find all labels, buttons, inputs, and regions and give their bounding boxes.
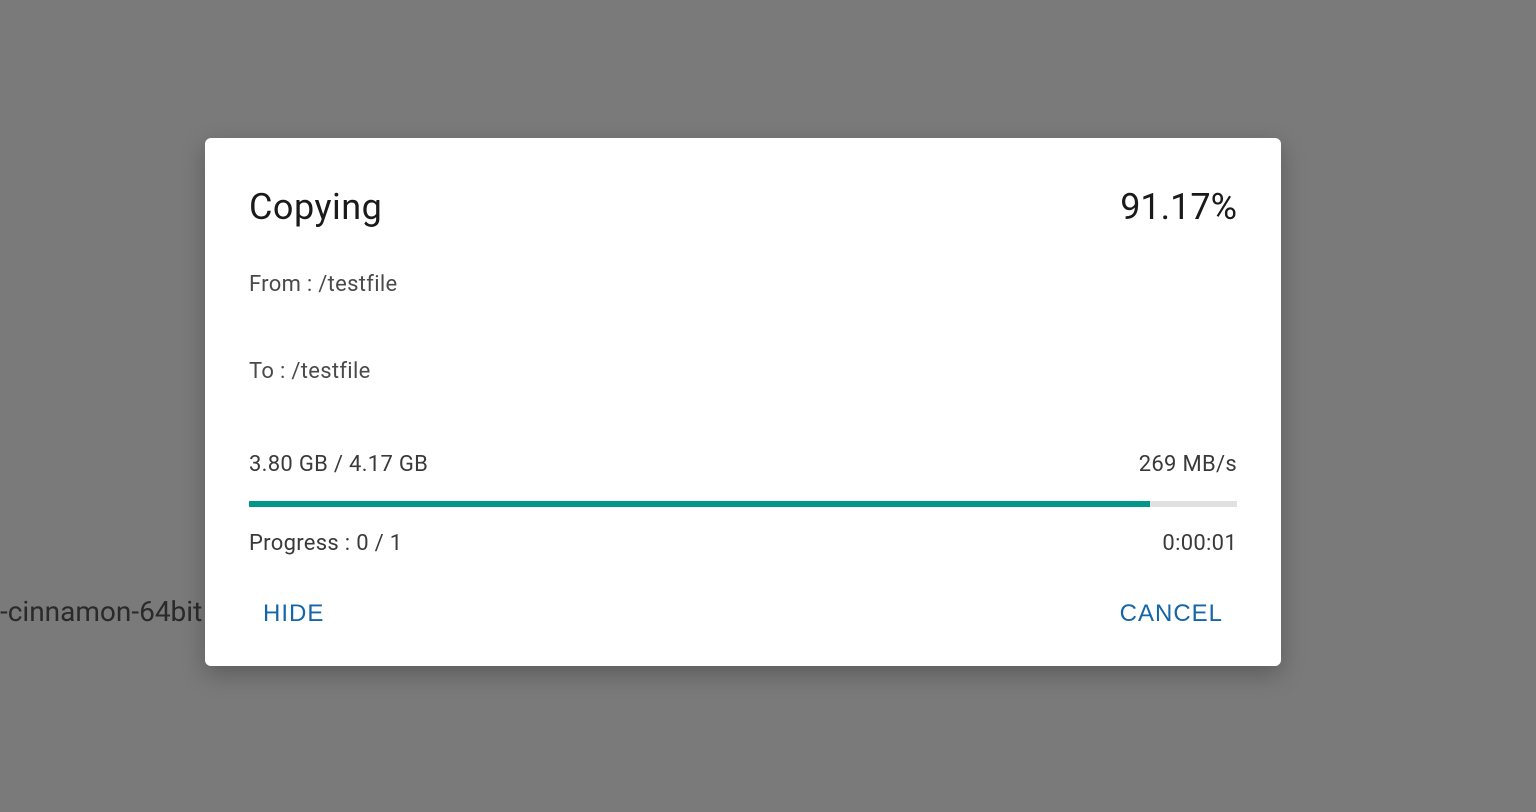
to-path: To : /testfile: [249, 359, 1237, 384]
progress-count: Progress : 0 / 1: [249, 531, 402, 556]
size-speed-row: 3.80 GB / 4.17 GB 269 MB/s: [249, 452, 1237, 477]
time-remaining: 0:00:01: [1162, 531, 1237, 556]
copying-dialog: Copying 91.17% From : /testfile To : /te…: [205, 138, 1281, 666]
progress-count-row: Progress : 0 / 1 0:00:01: [249, 531, 1237, 556]
from-path: From : /testfile: [249, 272, 1237, 297]
dialog-button-row: HIDE CANCEL: [249, 594, 1237, 634]
cancel-button[interactable]: CANCEL: [1116, 594, 1227, 634]
progress-percent: 91.17%: [1120, 186, 1237, 228]
progress-bar-fill: [249, 501, 1150, 507]
transfer-speed: 269 MB/s: [1139, 452, 1237, 477]
progress-bar: [249, 501, 1237, 507]
background-file-label: -cinnamon-64bit: [0, 595, 202, 628]
size-transferred: 3.80 GB / 4.17 GB: [249, 452, 428, 477]
hide-button[interactable]: HIDE: [259, 594, 328, 634]
dialog-title: Copying: [249, 186, 382, 228]
dialog-header: Copying 91.17%: [249, 186, 1237, 228]
